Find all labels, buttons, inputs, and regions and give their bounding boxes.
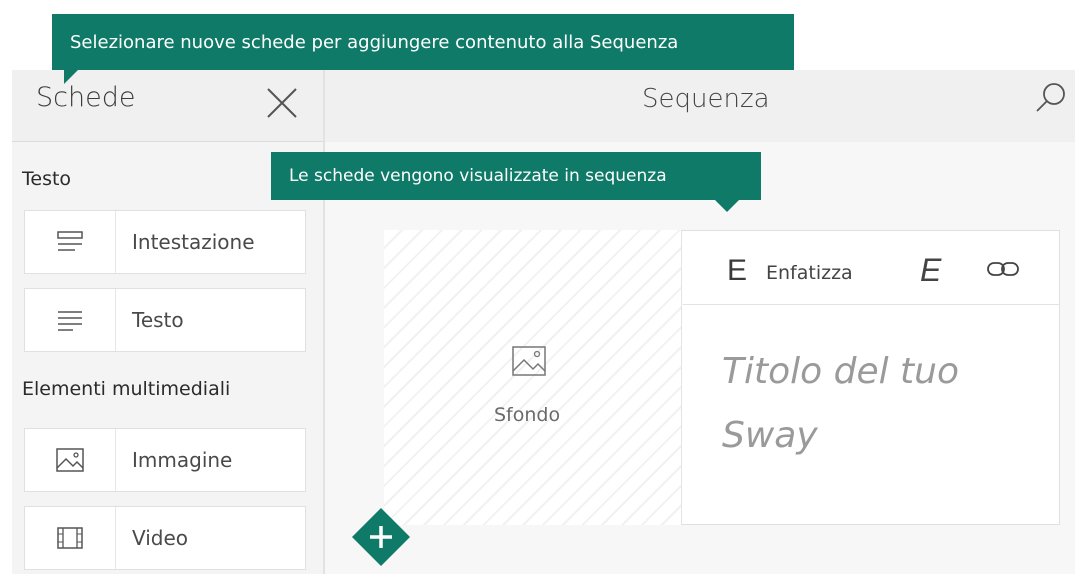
card-text-label: Testo: [132, 308, 184, 332]
emphasize-button[interactable]: Enfatizza: [766, 262, 853, 284]
italic-icon[interactable]: E: [920, 252, 941, 289]
card-video-button[interactable]: Video: [24, 506, 306, 570]
heading-icon: [25, 211, 116, 273]
emphasize-icon[interactable]: E: [727, 254, 747, 288]
cards-tooltip-text: Selezionare nuove schede per aggiungere …: [70, 31, 679, 53]
card-image-button[interactable]: Immagine: [24, 428, 306, 492]
background-image-icon: [510, 343, 548, 379]
card-heading-button[interactable]: Intestazione: [24, 210, 306, 274]
cards-tooltip-arrow: [64, 70, 78, 84]
cards-tooltip: Selezionare nuove schede per aggiungere …: [52, 14, 794, 84]
toolbar-divider: [683, 304, 1060, 305]
title-placeholder-line1: Titolo del tuo: [722, 351, 960, 392]
close-icon[interactable]: [263, 84, 301, 122]
image-icon: [25, 429, 116, 491]
background-label: Sfondo: [494, 404, 561, 426]
card-text-button[interactable]: Testo: [24, 288, 306, 352]
storyline-tooltip-arrow: [715, 200, 739, 212]
text-icon: [25, 289, 116, 351]
add-card-button[interactable]: [350, 506, 412, 568]
storyline-title: Sequenza: [642, 84, 770, 114]
storyline-tooltip: Le schede vengono visualizzate in sequen…: [271, 152, 761, 212]
title-placeholder[interactable]: Titolo del tuo Sway: [722, 340, 1032, 468]
section-title-media: Elementi multimediali: [22, 378, 231, 400]
card-heading-label: Intestazione: [132, 230, 255, 254]
cards-pane-title: Schede: [36, 82, 136, 113]
search-icon[interactable]: [1033, 80, 1069, 116]
link-icon[interactable]: [984, 257, 1022, 281]
card-video-label: Video: [132, 526, 189, 550]
storyline-tooltip-text: Le schede vengono visualizzate in sequen…: [289, 166, 667, 186]
section-title-text: Testo: [22, 168, 72, 190]
pane-divider: [323, 70, 325, 574]
title-placeholder-line2: Sway: [722, 415, 818, 456]
card-image-label: Immagine: [132, 448, 233, 472]
video-icon: [25, 507, 116, 569]
